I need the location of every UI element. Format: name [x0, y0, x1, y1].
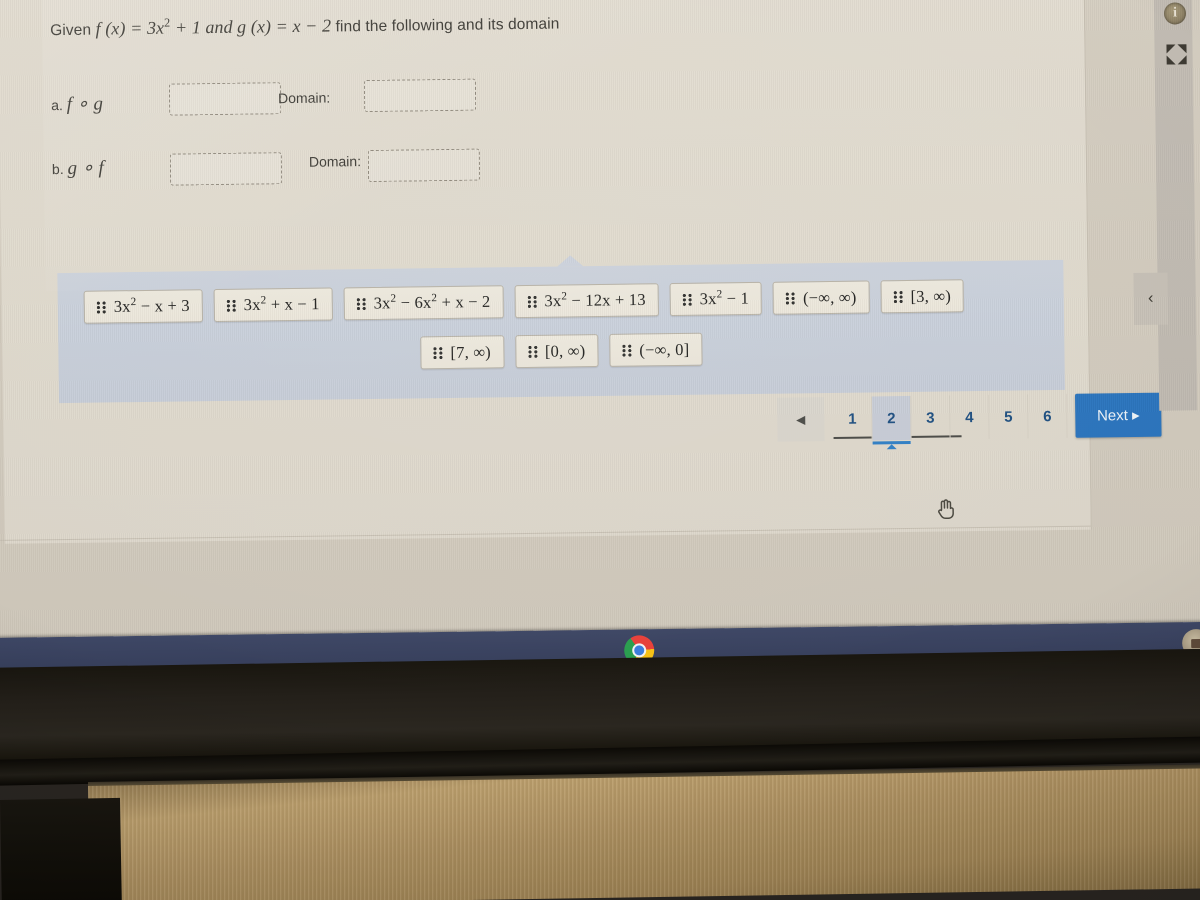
fullscreen-expand-icon[interactable]: [1164, 42, 1188, 66]
pagination-prev-button[interactable]: ◀: [777, 397, 825, 442]
answer-bank-panel: 3x2 − x + 3 3x2 + x − 1 3x2 − 6x2 + x − 2 3…: [57, 255, 1065, 404]
row-b-expression: g ∘ f: [67, 157, 104, 179]
row-b-label: b. g ∘ f: [52, 156, 160, 180]
answer-tile-label: [0, ∞): [544, 340, 586, 361]
laptop-left-edge: [0, 797, 122, 900]
answer-tile[interactable]: [7, ∞): [420, 335, 505, 370]
function-g-definition: g (x) = x − 2: [236, 15, 332, 37]
answer-tile-label: 3x2 − x + 3: [113, 296, 190, 317]
laptop-keyboard-deck: [88, 768, 1200, 900]
answer-row-a: a. f ∘ g Domain:: [51, 78, 477, 129]
answer-tile-label: 3x2 + x − 1: [243, 294, 320, 315]
answer-tile-label: [7, ∞): [450, 341, 492, 362]
answer-tile[interactable]: [0, ∞): [514, 334, 599, 369]
info-icon-glyph: i: [1172, 5, 1178, 21]
laptop-screen: Given f (x) = 3x2 + 1 and g (x) = x − 2 …: [0, 0, 1200, 665]
answer-tile[interactable]: 3x2 − 12x + 13: [514, 283, 659, 319]
answer-tile[interactable]: [3, ∞): [880, 279, 965, 314]
hand-pointer-cursor: [936, 497, 954, 520]
drag-grip-icon: [527, 345, 537, 358]
drag-grip-icon: [96, 300, 106, 314]
chevron-left-icon: ‹: [1147, 289, 1154, 307]
pagination: ◀ 123456 Next ▸: [777, 392, 1162, 442]
pagination-page-1[interactable]: 1: [833, 396, 873, 441]
gof-domain-dropzone[interactable]: [367, 148, 481, 183]
drag-grip-icon: [356, 297, 366, 310]
answer-tile[interactable]: (−∞, 0]: [609, 332, 703, 367]
pagination-page-3[interactable]: 3: [911, 395, 951, 440]
row-b-domain-label: Domain:: [308, 153, 362, 170]
answer-bank-caret: [557, 255, 584, 267]
answer-tile-label: 3x2 − 1: [699, 288, 750, 309]
pagination-page-2[interactable]: 2: [872, 395, 912, 441]
pagination-page-5[interactable]: 5: [989, 394, 1029, 439]
row-a-domain-label: Domain:: [277, 89, 331, 107]
pagination-page-list: 123456: [833, 393, 1068, 441]
answer-tile-label: (−∞, ∞): [802, 287, 857, 307]
fog-answer-dropzone[interactable]: [168, 82, 282, 116]
pagination-page-6[interactable]: 6: [1028, 393, 1068, 439]
function-f-definition: f (x) = 3x2 + 1: [95, 15, 202, 39]
answer-tile[interactable]: (−∞, ∞): [772, 280, 870, 315]
fog-domain-dropzone[interactable]: [363, 78, 477, 113]
answer-row-b: b. g ∘ f Domain:: [52, 147, 481, 193]
drag-grip-icon: [226, 299, 236, 312]
prompt-suffix: find the following and its domain: [335, 15, 560, 36]
drag-grip-icon: [682, 293, 692, 306]
drag-grip-icon: [785, 291, 796, 305]
info-icon[interactable]: i: [1163, 2, 1187, 25]
answer-bank-row-1: 3x2 − x + 3 3x2 + x − 1 3x2 − 6x2 + x − 2 3…: [58, 278, 1064, 324]
pagination-page-4[interactable]: 4: [950, 394, 990, 440]
row-b-letter: b.: [51, 161, 64, 178]
drag-grip-icon: [622, 344, 632, 357]
answer-tile[interactable]: 3x2 + x − 1: [213, 287, 333, 323]
answer-tile-label: [3, ∞): [910, 285, 952, 306]
question-prompt: Given f (x) = 3x2 + 1 and g (x) = x − 2 …: [50, 5, 1010, 41]
answer-tile-label: 3x2 − 12x + 13: [544, 290, 646, 311]
row-a-expression: f ∘ g: [66, 93, 104, 115]
answer-tile[interactable]: 3x2 − x + 3: [83, 289, 203, 324]
drag-grip-icon: [893, 290, 903, 303]
status-tray-glyph: [1190, 638, 1200, 648]
answer-tile-label: (−∞, 0]: [639, 339, 690, 359]
answer-tile-label: 3x2 − 6x2 + x − 2: [373, 292, 491, 313]
gof-answer-dropzone[interactable]: [169, 152, 283, 186]
prompt-conjunction: and: [205, 16, 233, 38]
row-a-label: a. f ∘ g: [51, 92, 159, 116]
browser-page: Given f (x) = 3x2 + 1 and g (x) = x − 2 …: [0, 0, 1200, 665]
row-a-letter: a.: [51, 97, 63, 114]
answer-bank-row-2: [7, ∞) [0, ∞) (−∞, 0]: [58, 328, 1064, 374]
answer-tile[interactable]: 3x2 − 6x2 + x − 2: [343, 285, 504, 321]
pagination-next-button[interactable]: Next ▸: [1075, 392, 1162, 438]
drag-grip-icon: [527, 295, 537, 308]
drag-grip-icon: [433, 346, 443, 359]
answer-tile[interactable]: 3x2 − 1: [669, 281, 763, 317]
photo-of-laptop-screen: Given f (x) = 3x2 + 1 and g (x) = x − 2 …: [0, 0, 1200, 900]
prompt-prefix: Given: [50, 21, 92, 40]
panel-collapse-handle[interactable]: ‹: [1133, 272, 1169, 326]
